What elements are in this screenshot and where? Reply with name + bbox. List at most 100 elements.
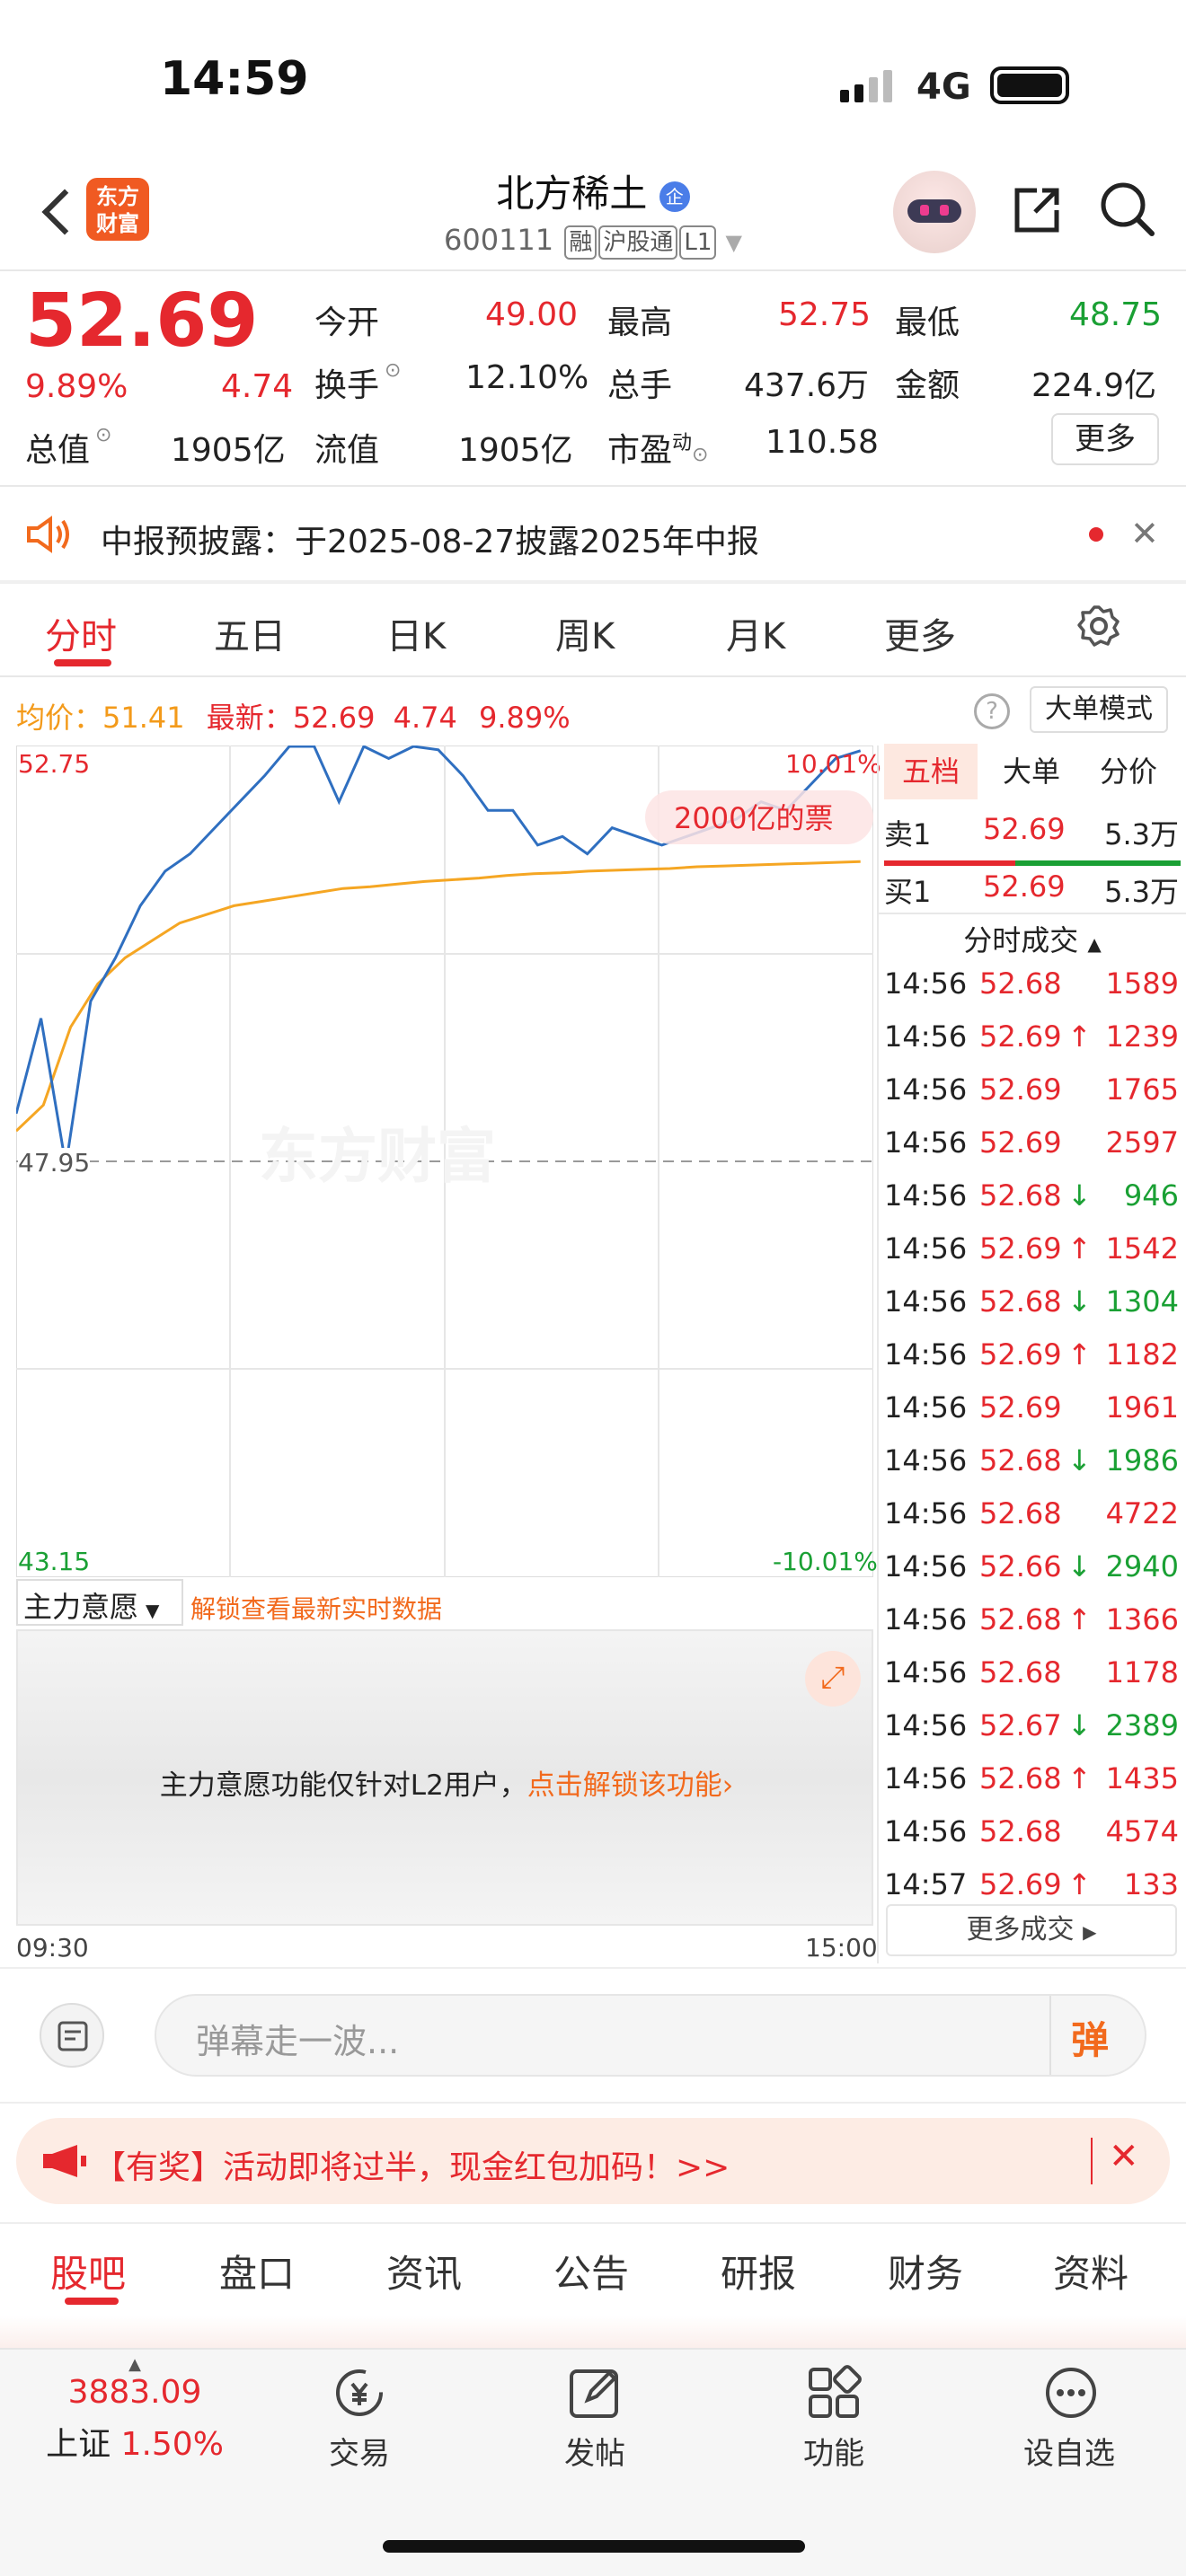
apps-icon[interactable] <box>805 2364 863 2422</box>
ticks-title: 分时成交 ▲ <box>963 923 1102 957</box>
tick-direction: ↑ <box>1067 1337 1092 1372</box>
tick-volume: 1304 <box>1105 1284 1179 1319</box>
change-percent: 9.89% <box>25 368 128 405</box>
tick-row: 14:56 52.68 ↑ 1366 <box>884 1602 1181 1655</box>
tick-time: 14:56 <box>884 1496 968 1531</box>
more-dots-icon[interactable] <box>1042 2364 1100 2422</box>
tab-more[interactable]: 更多 <box>884 607 956 659</box>
promo-banner[interactable]: 【有奖】活动即将过半，现金红包加码！>> ✕ <box>16 2118 1170 2204</box>
promo-text: 【有奖】活动即将过半，现金红包加码！>> <box>93 2149 730 2186</box>
trade-icon[interactable] <box>329 2364 390 2422</box>
tag-margin: 融 <box>564 225 597 260</box>
volume-value: 437.6万 <box>744 367 870 404</box>
tick-volume: 1765 <box>1105 1072 1179 1107</box>
x-start-label: 09:30 <box>16 1933 89 1963</box>
tick-volume: 1239 <box>1105 1019 1179 1054</box>
tab-finance[interactable]: 财务 <box>888 2244 963 2298</box>
tab-news[interactable]: 资讯 <box>386 2244 462 2298</box>
tick-price: 52.69 <box>979 1390 1062 1425</box>
low-label: 最低 <box>895 304 960 341</box>
expand-icon[interactable]: ⤢ <box>805 1651 861 1707</box>
more-button[interactable]: 更多 <box>1051 413 1159 465</box>
close-icon[interactable]: ✕ <box>1109 2136 1139 2177</box>
tab-daily-k[interactable]: 日K <box>386 607 446 659</box>
tab-research[interactable]: 研报 <box>721 2244 796 2298</box>
pct-top-label: 10.01% <box>785 749 881 779</box>
tick-row: 14:56 52.68 ↓ 946 <box>884 1178 1181 1231</box>
info-icon: ⊙ <box>95 424 112 446</box>
tab-guba[interactable]: 股吧 <box>50 2244 126 2298</box>
tab-intraday[interactable]: 分时 <box>45 607 117 659</box>
order-book-tabs: 五档 大单 分价 <box>884 744 1181 807</box>
gear-icon[interactable] <box>1076 604 1121 648</box>
verified-icon: 企 <box>659 181 690 212</box>
tab-five-level[interactable]: 五档 <box>884 744 978 799</box>
network-label: 4G <box>916 66 971 108</box>
open-value: 49.00 <box>485 296 579 333</box>
tick-time: 14:56 <box>884 1549 968 1584</box>
chart-info: 均价：51.41 最新：52.69 4.74 9.89% <box>16 701 571 735</box>
tick-volume: 2940 <box>1105 1549 1179 1584</box>
tab-big-order[interactable]: 大单 <box>985 744 1078 799</box>
tick-volume: 1986 <box>1105 1443 1179 1478</box>
tick-price: 52.68 <box>979 1284 1062 1319</box>
tick-time: 14:56 <box>884 1655 968 1689</box>
unlock-feature-link[interactable]: 点击解锁该功能 <box>527 1769 722 1802</box>
unlock-link[interactable]: 解锁查看最新实时数据 <box>190 1590 442 1626</box>
change-amount: 4.74 <box>221 368 294 405</box>
post-icon[interactable] <box>566 2364 624 2422</box>
nav-post[interactable]: 发帖 <box>532 2429 658 2473</box>
watermark: 东方财富 <box>259 1122 496 1191</box>
tick-row: 14:56 52.68 ↑ 1435 <box>884 1761 1181 1814</box>
main-force-message: 主力意愿功能仅针对L2用户， <box>159 1769 527 1802</box>
tick-price: 52.68 <box>979 1761 1062 1795</box>
low-value: 48.75 <box>1069 296 1163 333</box>
tick-time: 14:56 <box>884 1708 968 1742</box>
total-value-label: 总值 ⊙ <box>25 424 112 469</box>
search-icon[interactable] <box>1098 180 1157 239</box>
share-icon[interactable] <box>1010 183 1064 237</box>
danmu-input[interactable]: 弹幕走一波... 弹 <box>155 1994 1146 2077</box>
tab-pankou[interactable]: 盘口 <box>219 2244 295 2298</box>
tab-price-distribution[interactable]: 分价 <box>1082 744 1175 799</box>
close-icon[interactable]: ✕ <box>1130 514 1159 553</box>
help-icon[interactable]: ? <box>974 693 1010 729</box>
x-end-label: 15:00 <box>805 1933 878 1963</box>
index-widget[interactable]: ▲ 3883.09 上证 1.50% <box>36 2355 234 2481</box>
tick-direction: ↑ <box>1067 1761 1092 1795</box>
big-order-mode-button[interactable]: 大单模式 <box>1030 686 1168 733</box>
nav-trade[interactable]: 交易 <box>296 2429 422 2473</box>
stock-code-line: 600111 融沪股通 L1 ▼ <box>0 223 1186 260</box>
tab-five-day[interactable]: 五日 <box>214 607 286 659</box>
danmu-toggle-icon[interactable] <box>40 2003 104 2068</box>
notice-text[interactable]: 中报预披露：于2025-08-27披露2025年中报 <box>101 516 759 562</box>
page-tab-indicator <box>65 2298 119 2305</box>
tag-level[interactable]: L1 <box>679 225 717 260</box>
open-label: 今开 <box>314 304 380 341</box>
tick-row: 14:56 52.66 ↓ 2940 <box>884 1549 1181 1602</box>
more-ticks-button[interactable]: 更多成交 ▶ <box>886 1904 1177 1956</box>
danmu-bubble: 2000亿的票 <box>674 801 833 835</box>
tick-row: 14:56 52.68 4574 <box>884 1814 1181 1867</box>
tick-price: 52.66 <box>979 1549 1062 1584</box>
tick-row: 14:56 52.68 1178 <box>884 1655 1181 1708</box>
tick-time: 14:56 <box>884 1443 968 1478</box>
tick-volume: 133 <box>1123 1867 1179 1901</box>
nav-functions[interactable]: 功能 <box>771 2429 897 2473</box>
tick-volume: 1961 <box>1105 1390 1179 1425</box>
main-force-select[interactable]: 主力意愿 ▼ <box>16 1579 183 1626</box>
y-max-label: 52.75 <box>18 749 91 779</box>
index-name: 上证 <box>46 2426 111 2463</box>
intraday-chart[interactable]: 东方财富 2000亿的票 <box>14 744 874 1578</box>
tab-profile[interactable]: 资料 <box>1053 2244 1128 2298</box>
tab-announcements[interactable]: 公告 <box>553 2244 629 2298</box>
turnover-label: 换手 ⊙ <box>314 359 402 404</box>
danmu-send-button[interactable]: 弹 <box>1071 2010 1109 2065</box>
nav-add-watchlist[interactable]: 设自选 <box>1006 2429 1132 2473</box>
tab-monthly-k[interactable]: 月K <box>726 607 785 659</box>
tick-row: 14:56 52.67 ↓ 2389 <box>884 1708 1181 1761</box>
robot-avatar[interactable] <box>893 171 976 253</box>
tab-weekly-k[interactable]: 周K <box>555 607 615 659</box>
tick-price: 52.69 <box>979 1072 1062 1107</box>
tick-price: 52.68 <box>979 1602 1062 1636</box>
